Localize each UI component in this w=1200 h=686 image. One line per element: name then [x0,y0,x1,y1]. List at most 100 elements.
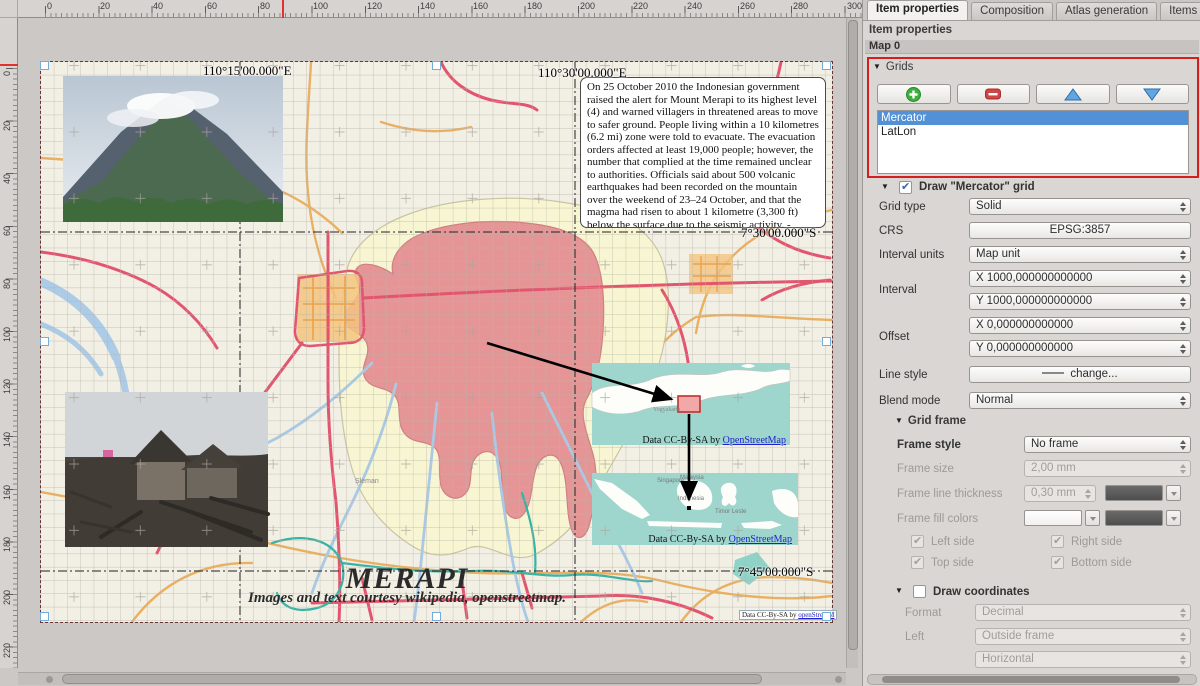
frame-line-thickness-label: Frame line thickness [897,488,1002,500]
selection-handle-ne[interactable] [822,61,831,70]
grids-highlight-rectangle [867,57,1199,178]
top-side-label: Top side [931,557,974,569]
frame-line-color-swatch[interactable] [1105,485,1163,501]
draw-coordinates-section-header[interactable]: ▼ [895,585,908,597]
ruler-tick-label: 20 [100,1,110,11]
right-side-checkbox[interactable] [1051,535,1064,548]
ruler-tick-label: 0 [47,1,52,11]
ruler-tick-label: 300 [847,1,862,11]
frame-fill-color2-dropdown[interactable] [1166,510,1181,526]
offset-label: Offset [879,331,909,343]
ruler-tick-label: 120 [367,1,382,11]
canvas-horizontal-scrollbar[interactable] [18,672,846,685]
interval-units-combo[interactable]: Map unit [969,246,1191,263]
lon-grid-label-1: 110°15'00.000"E [203,63,292,79]
tab-atlas-generation[interactable]: Atlas generation [1056,2,1157,20]
canvas-vertical-scrollbar[interactable] [846,18,858,668]
ruler-tick-label: 0 [2,71,12,76]
ruler-tick-label: 20 [2,121,12,131]
ruler-tick-label: 140 [420,1,435,11]
item-properties-panel: Item properties Composition Atlas genera… [862,0,1200,686]
draw-coordinates-checkbox[interactable] [913,585,926,598]
format-label: Format [905,607,941,619]
ruler-tick-label: 180 [527,1,542,11]
grid-type-combo[interactable]: Solid [969,198,1191,215]
panel-tabbar: Item properties Composition Atlas genera… [863,0,1200,21]
format-combo[interactable]: Decimal [975,604,1191,621]
coord-left-combo[interactable]: Outside frame [975,628,1191,645]
tab-composition[interactable]: Composition [971,2,1053,20]
tab-item-properties[interactable]: Item properties [867,0,968,20]
draw-grid-checkbox[interactable] [899,181,912,194]
ruler-tick-label: 80 [2,279,12,289]
ruler-tick-label: 140 [2,432,12,447]
right-side-label: Right side [1071,536,1122,548]
description-text-item[interactable]: On 25 October 2010 the Indonesian govern… [580,77,826,228]
composer-canvas[interactable]: Yogyakarta Data CC-By-SA by OpenStreetMa… [18,18,846,668]
frame-fill-color2-swatch[interactable] [1105,510,1163,526]
frame-fill-color1-swatch[interactable] [1024,510,1082,526]
ruler-tick-label: 40 [153,1,163,11]
interval-y-spinbox[interactable]: Y 1000,000000000000 [969,293,1191,310]
ruler-tick-label: 260 [740,1,755,11]
interval-x-spinbox[interactable]: X 1000,000000000000 [969,270,1191,287]
ruler-tick-label: 180 [2,537,12,552]
frame-line-thickness-spinbox[interactable]: 0,30 mm [1024,485,1096,502]
ruler-vertical: 0 20 40 60 80 100 120 140 160 180 200 22… [0,18,18,668]
coord-left-label: Left [905,631,924,643]
draw-grid-label: Draw "Mercator" grid [919,181,1035,193]
left-side-label: Left side [931,536,974,548]
interval-label: Interval [879,284,917,296]
frame-line-color-dropdown[interactable] [1166,485,1181,501]
lon-grid-label-2: 110°30'00.000"E [538,65,627,81]
qgis-composer-window: 0 20 40 60 80 100 120 140 160 180 200 22… [0,0,1200,686]
tab-items[interactable]: Items [1160,2,1200,20]
lat-grid-label-2: 7°45'00.000"S [738,564,813,580]
left-side-checkbox[interactable] [911,535,924,548]
frame-style-combo[interactable]: No frame [1024,436,1191,453]
ruler-tick-label: 120 [2,379,12,394]
selection-handle-e[interactable] [822,337,831,346]
frame-style-label: Frame style [897,439,961,451]
panel-horizontal-scrollbar[interactable] [867,674,1197,685]
grid-type-label: Grid type [879,201,926,213]
ruler-tick-label: 220 [2,643,12,658]
selection-handle-sw[interactable] [40,612,49,621]
ruler-tick-label: 100 [313,1,328,11]
ruler-tick-label: 60 [207,1,217,11]
draw-grid-section-header[interactable]: ▼ [881,181,894,193]
cursor-position-marker [282,0,284,18]
selection-handle-nw[interactable] [40,61,49,70]
offset-y-spinbox[interactable]: Y 0,000000000000 [969,340,1191,357]
panel-title: Item properties [869,24,952,36]
selection-handle-n[interactable] [432,61,441,70]
offset-x-spinbox[interactable]: X 0,000000000000 [969,317,1191,334]
composition-page-map-item[interactable]: Yogyakarta Data CC-By-SA by OpenStreetMa… [41,62,832,622]
crs-button[interactable]: EPSG:3857 [969,222,1191,239]
ruler-tick-label: 240 [687,1,702,11]
blend-mode-combo[interactable]: Normal [969,392,1191,409]
line-style-label: Line style [879,369,928,381]
ruler-tick-label: 160 [473,1,488,11]
cursor-position-marker [0,64,18,66]
selection-handle-w[interactable] [40,337,49,346]
lat-grid-label-1: 7°30'00.000"S [741,225,816,241]
place-label-sleman: Sleman [355,478,379,485]
top-side-checkbox[interactable] [911,556,924,569]
ruler-tick-label: 40 [2,174,12,184]
frame-fill-color1-dropdown[interactable] [1085,510,1100,526]
map-subtitle[interactable]: Images and text courtesy wikipedia, open… [157,590,657,607]
frame-fill-colors-label: Frame fill colors [897,513,978,525]
ruler-tick-label: 200 [2,590,12,605]
selection-handle-se[interactable] [822,612,831,621]
ruler-horizontal: 0 20 40 60 80 100 120 140 160 180 200 22… [18,0,862,18]
line-style-button[interactable]: change... [969,366,1191,383]
grid-frame-section-header[interactable]: ▼Grid frame [895,415,966,427]
bottom-side-label: Bottom side [1071,557,1132,569]
selection-handle-s[interactable] [432,612,441,621]
bottom-side-checkbox[interactable] [1051,556,1064,569]
coord-orientation-combo[interactable]: Horizontal [975,651,1191,668]
ruler-tick-label: 200 [580,1,595,11]
ruler-tick-label: 280 [793,1,808,11]
frame-size-spinbox[interactable]: 2,00 mm [1024,460,1191,477]
